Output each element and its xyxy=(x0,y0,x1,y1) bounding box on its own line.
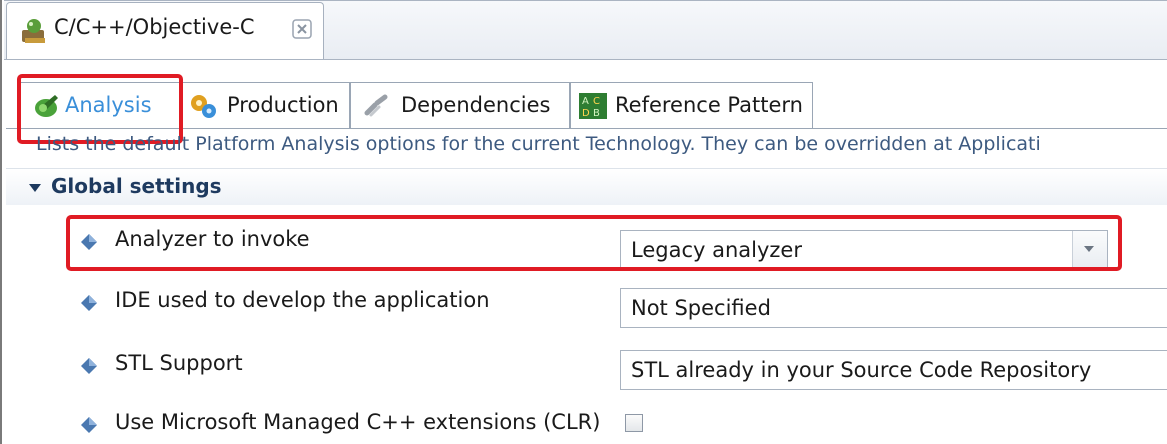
svg-text:D: D xyxy=(582,108,590,119)
diamond-icon xyxy=(81,234,97,250)
section-global-settings[interactable]: Global settings xyxy=(6,168,1167,205)
editor-tab-title: C/C++/Objective-C xyxy=(54,15,255,39)
dependencies-icon xyxy=(364,94,388,117)
tab-analysis-label: Analysis xyxy=(65,93,152,117)
diamond-icon xyxy=(81,358,97,374)
setting-label: STL Support xyxy=(115,351,243,375)
production-icon xyxy=(191,95,216,118)
ide-dropdown[interactable]: Not Specified xyxy=(620,288,1167,328)
setting-label: Analyzer to invoke xyxy=(115,227,310,251)
diamond-icon xyxy=(81,295,97,311)
setting-row-ide: IDE used to develop the application Not … xyxy=(2,284,1167,344)
tab-analysis[interactable]: Analysis xyxy=(20,82,180,128)
svg-text:C: C xyxy=(593,96,600,107)
reference-pattern-icon: A C D B xyxy=(579,93,607,119)
editor-tab-bar: C/C++/Objective-C xyxy=(4,0,1167,60)
tab-dependencies-label: Dependencies xyxy=(401,93,551,117)
setting-row-analyzer: Analyzer to invoke Legacy analyzer xyxy=(2,218,1167,278)
setting-row-clr: Use Microsoft Managed C++ extensions (CL… xyxy=(2,404,1167,444)
page-description: Lists the default Platform Analysis opti… xyxy=(36,133,1041,155)
dropdown-value: Not Specified xyxy=(631,296,771,320)
chevron-down-icon xyxy=(1084,246,1094,252)
tab-dependencies[interactable]: Dependencies xyxy=(350,82,570,128)
tab-reference-pattern[interactable]: A C D B Reference Pattern xyxy=(570,82,813,128)
stl-dropdown[interactable]: STL already in your Source Code Reposito… xyxy=(620,350,1167,390)
diamond-icon xyxy=(81,417,97,433)
tab-production[interactable]: Production xyxy=(180,82,350,128)
svg-text:A: A xyxy=(582,96,589,107)
chevron-down-icon[interactable] xyxy=(28,181,42,195)
svg-text:B: B xyxy=(593,108,600,119)
sub-tab-bar: Analysis Production Dependencies A C D B… xyxy=(6,66,1167,129)
close-icon[interactable] xyxy=(290,17,314,41)
editor-window: C/C++/Objective-C Analysis Production De… xyxy=(0,0,1167,444)
setting-label: IDE used to develop the application xyxy=(115,288,490,312)
dropdown-button[interactable] xyxy=(1072,231,1107,269)
dropdown-value: Legacy analyzer xyxy=(631,238,802,262)
section-title: Global settings xyxy=(51,174,222,198)
analyzer-dropdown[interactable]: Legacy analyzer xyxy=(620,230,1108,270)
analysis-icon xyxy=(35,95,58,117)
clr-checkbox[interactable] xyxy=(625,414,643,432)
dropdown-value: STL already in your Source Code Reposito… xyxy=(631,358,1092,382)
setting-row-stl: STL Support STL already in your Source C… xyxy=(2,347,1167,407)
tab-reference-pattern-label: Reference Pattern xyxy=(615,93,803,117)
tab-production-label: Production xyxy=(227,93,339,117)
setting-label: Use Microsoft Managed C++ extensions (CL… xyxy=(115,410,601,434)
technology-icon xyxy=(22,19,45,43)
editor-tab-cpp[interactable]: C/C++/Objective-C xyxy=(6,2,324,59)
